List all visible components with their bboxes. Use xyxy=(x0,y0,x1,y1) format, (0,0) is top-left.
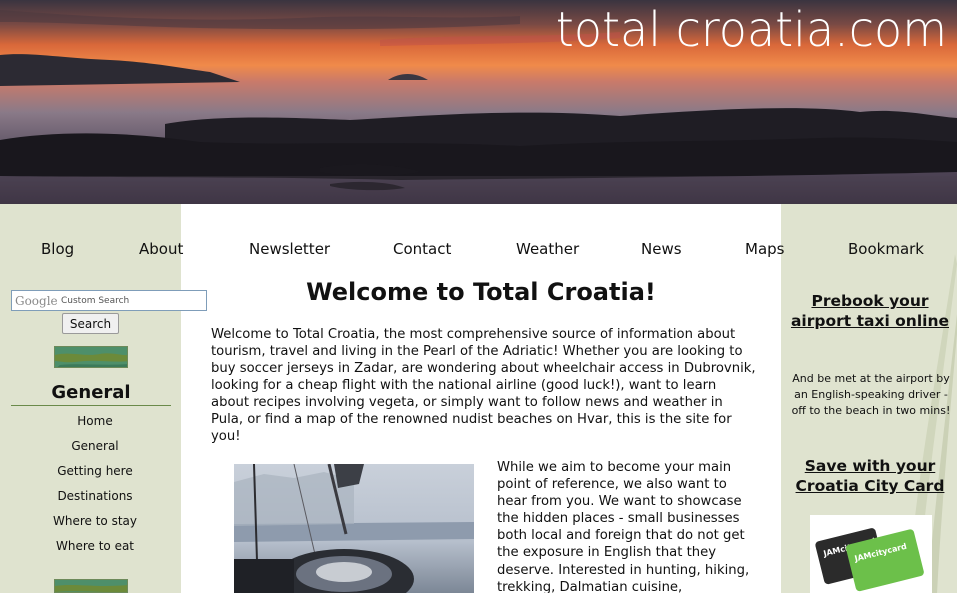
search-input[interactable]: Google Custom Search xyxy=(11,290,207,311)
nav-contact[interactable]: Contact xyxy=(393,240,451,258)
nav-blog[interactable]: Blog xyxy=(41,240,74,258)
island-thumbnail-2[interactable] xyxy=(54,579,128,593)
city-card-image[interactable]: JAMcitycard JAMcitycard xyxy=(810,515,932,593)
page-title: Welcome to Total Croatia! xyxy=(306,278,656,306)
sidebar-item-where-to-stay[interactable]: Where to stay xyxy=(11,514,179,528)
sidebar-item-where-to-eat[interactable]: Where to eat xyxy=(11,539,179,553)
general-section-title: General xyxy=(11,382,171,406)
google-logo: Google xyxy=(15,294,58,308)
top-navigation: Blog About Newsletter Contact Weather Ne… xyxy=(0,240,957,262)
nav-weather[interactable]: Weather xyxy=(516,240,579,258)
sidebar-item-destinations[interactable]: Destinations xyxy=(11,489,179,503)
nav-maps[interactable]: Maps xyxy=(745,240,784,258)
sidebar-item-general[interactable]: General xyxy=(11,439,179,453)
intro-paragraph: Welcome to Total Croatia, the most compr… xyxy=(211,327,756,444)
island-thumbnail[interactable] xyxy=(54,346,128,368)
sidebar-item-home[interactable]: Home xyxy=(11,414,179,428)
search-placeholder: Custom Search xyxy=(61,296,130,306)
nav-newsletter[interactable]: Newsletter xyxy=(249,240,330,258)
nav-bookmark[interactable]: Bookmark xyxy=(848,240,924,258)
nav-news[interactable]: News xyxy=(641,240,682,258)
nav-about[interactable]: About xyxy=(139,240,183,258)
airport-taxi-description: And be met at the airport by an English-… xyxy=(791,372,951,417)
city-card-link[interactable]: Save with your Croatia City Card xyxy=(785,456,955,496)
header-banner: total croatia.com xyxy=(0,0,957,204)
sidebar-item-getting-here[interactable]: Getting here xyxy=(11,464,179,478)
airport-taxi-link[interactable]: Prebook your airport taxi online xyxy=(785,291,955,331)
sailboat-photo[interactable] xyxy=(234,464,474,593)
site-brand-logo[interactable]: total croatia.com xyxy=(556,1,947,58)
second-paragraph: While we aim to become your main point o… xyxy=(497,460,750,593)
search-button[interactable]: Search xyxy=(62,313,119,334)
